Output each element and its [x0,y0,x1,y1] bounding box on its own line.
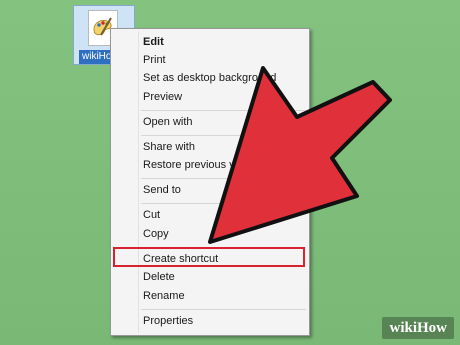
wikihow-watermark: wikiHow [382,317,454,339]
pointer-arrow-icon [208,66,392,244]
